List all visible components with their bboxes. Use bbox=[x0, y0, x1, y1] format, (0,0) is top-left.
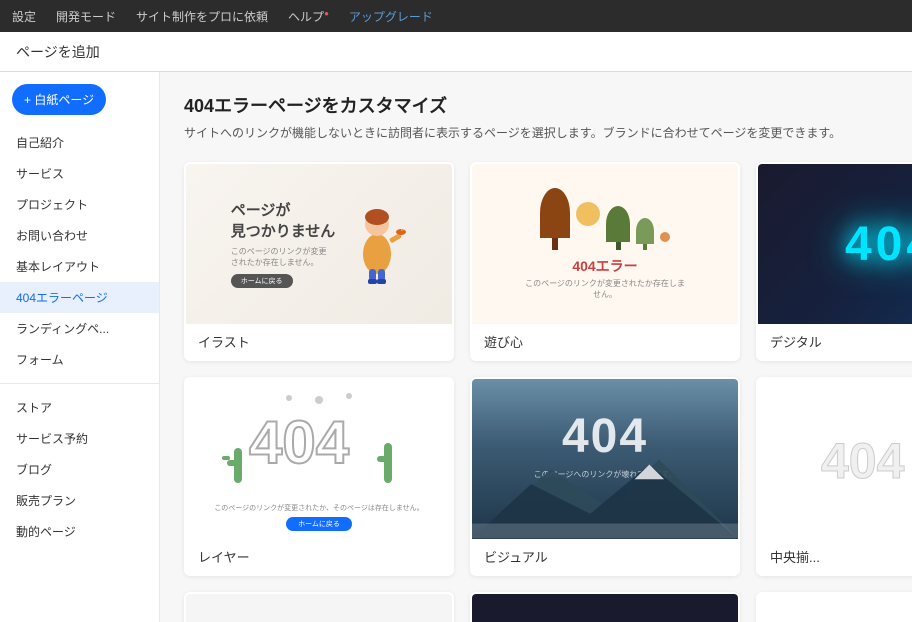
template-label-illust: イラスト bbox=[186, 324, 452, 359]
layer-btn: ホームに戻る bbox=[286, 517, 352, 531]
template-label-visual: ビジュアル bbox=[472, 539, 738, 574]
sidebar-item-404[interactable]: 404エラーページ bbox=[0, 282, 159, 313]
template-card-bottom2[interactable]: 404 bbox=[470, 592, 740, 622]
sidebar-item-about[interactable]: 自己紹介 bbox=[0, 127, 159, 158]
chuou-preview-svg: 404 404 bbox=[791, 408, 912, 508]
template-card-bottom3[interactable]: 404 bbox=[756, 592, 912, 622]
add-blank-page-button[interactable]: + 白紙ページ bbox=[12, 84, 106, 115]
svg-text:404: 404 bbox=[249, 409, 350, 476]
sidebar-item-blog[interactable]: ブログ bbox=[0, 454, 159, 485]
top-bar: 設定 開発モード サイト制作をプロに依頼 ヘルプ● アップグレード bbox=[0, 0, 912, 32]
sidebar-item-contact[interactable]: お問い合わせ bbox=[0, 220, 159, 251]
template-label-layer: レイヤー bbox=[186, 539, 452, 574]
digital-error-code: 404 bbox=[845, 217, 912, 272]
sidebar-item-booking[interactable]: サービス予約 bbox=[0, 423, 159, 454]
illust-btn: ホームに戻る bbox=[231, 274, 293, 288]
sidebar-item-dynamic[interactable]: 動的ページ bbox=[0, 516, 159, 547]
content-title: 404エラーページをカスタマイズ bbox=[184, 92, 888, 118]
template-card-asobi[interactable]: 404エラー このページのリンクが変更されたか存在しません。 遊び心 bbox=[470, 162, 740, 361]
template-preview-digital: 404 bbox=[758, 164, 912, 324]
asobi-sub-text: このページのリンクが変更されたか存在しません。 bbox=[525, 278, 685, 300]
template-preview-bottom1: 404 bbox=[186, 594, 452, 622]
sidebar-item-project[interactable]: プロジェクト bbox=[0, 189, 159, 220]
template-card-chuou[interactable]: 404 404 中央 bbox=[756, 377, 912, 576]
sidebar-item-pricing[interactable]: 販売プラン bbox=[0, 485, 159, 516]
sidebar-item-basic-layout[interactable]: 基本レイアウト bbox=[0, 251, 159, 282]
content-desc: サイトへのリンクが機能しないときに訪問者に表示するページを選択します。ブランドに… bbox=[184, 124, 888, 142]
mountain-svg bbox=[472, 449, 738, 539]
topbar-upgrade[interactable]: アップグレード bbox=[349, 8, 433, 25]
template-label-digital: デジタル bbox=[758, 324, 912, 359]
sidebar-item-store[interactable]: ストア bbox=[0, 392, 159, 423]
sidebar: + 白紙ページ 自己紹介 サービス プロジェクト お問い合わせ 基本レイアウト … bbox=[0, 72, 160, 622]
page-header: ページを追加 bbox=[0, 32, 912, 72]
topbar-help[interactable]: ヘルプ● bbox=[288, 8, 329, 25]
template-preview-bottom2: 404 bbox=[472, 594, 738, 622]
template-preview-illust: ページが見つかりません このページのリンクが変更されたか存在しません。 ホームに… bbox=[186, 164, 452, 324]
illust-main-text: ページが見つかりません bbox=[231, 200, 336, 242]
page-header-title: ページを追加 bbox=[16, 42, 100, 62]
content-area: 404エラーページをカスタマイズ サイトへのリンクが機能しないときに訪問者に表示… bbox=[160, 72, 912, 622]
template-label-asobi: 遊び心 bbox=[472, 324, 738, 359]
sidebar-divider bbox=[0, 383, 159, 384]
asobi-error-code: 404エラー bbox=[472, 256, 738, 276]
topbar-settings[interactable]: 設定 bbox=[12, 8, 36, 25]
sidebar-item-landing[interactable]: ランディングペ... bbox=[0, 313, 159, 344]
illust-sub-text: このページのリンクが変更されたか存在しません。 bbox=[231, 246, 331, 268]
topbar-devmode[interactable]: 開発モード bbox=[56, 8, 116, 25]
template-preview-asobi: 404エラー このページのリンクが変更されたか存在しません。 bbox=[472, 164, 738, 324]
layer-preview-svg: 404 bbox=[219, 388, 419, 498]
template-card-bottom1[interactable]: 404 bbox=[184, 592, 454, 622]
template-grid: ページが見つかりません このページのリンクが変更されたか存在しません。 ホームに… bbox=[184, 162, 888, 622]
template-preview-chuou: 404 404 bbox=[758, 379, 912, 539]
topbar-hire[interactable]: サイト制作をプロに依頼 bbox=[136, 8, 268, 25]
template-card-illust[interactable]: ページが見つかりません このページのリンクが変更されたか存在しません。 ホームに… bbox=[184, 162, 454, 361]
template-label-chuou: 中央揃... bbox=[758, 539, 912, 574]
template-preview-layer: 404 bbox=[186, 379, 452, 539]
svg-text:404: 404 bbox=[821, 433, 905, 489]
sidebar-item-services[interactable]: サービス bbox=[0, 158, 159, 189]
sidebar-item-form[interactable]: フォーム bbox=[0, 344, 159, 375]
template-card-digital[interactable]: 404 デジタル bbox=[756, 162, 912, 361]
main-layout: + 白紙ページ 自己紹介 サービス プロジェクト お問い合わせ 基本レイアウト … bbox=[0, 72, 912, 622]
template-preview-bottom3: 404 bbox=[758, 594, 912, 622]
template-preview-visual: 404 このページへのリンクが壊れています。 bbox=[472, 379, 738, 539]
layer-sub-text: このページのリンクが変更されたか、そのページは存在しません。 bbox=[214, 503, 423, 513]
girl-figure-icon bbox=[347, 199, 407, 289]
template-card-layer[interactable]: 404 bbox=[184, 377, 454, 576]
template-card-visual[interactable]: 404 このページへのリンクが壊れています。 ビジュアル bbox=[470, 377, 740, 576]
